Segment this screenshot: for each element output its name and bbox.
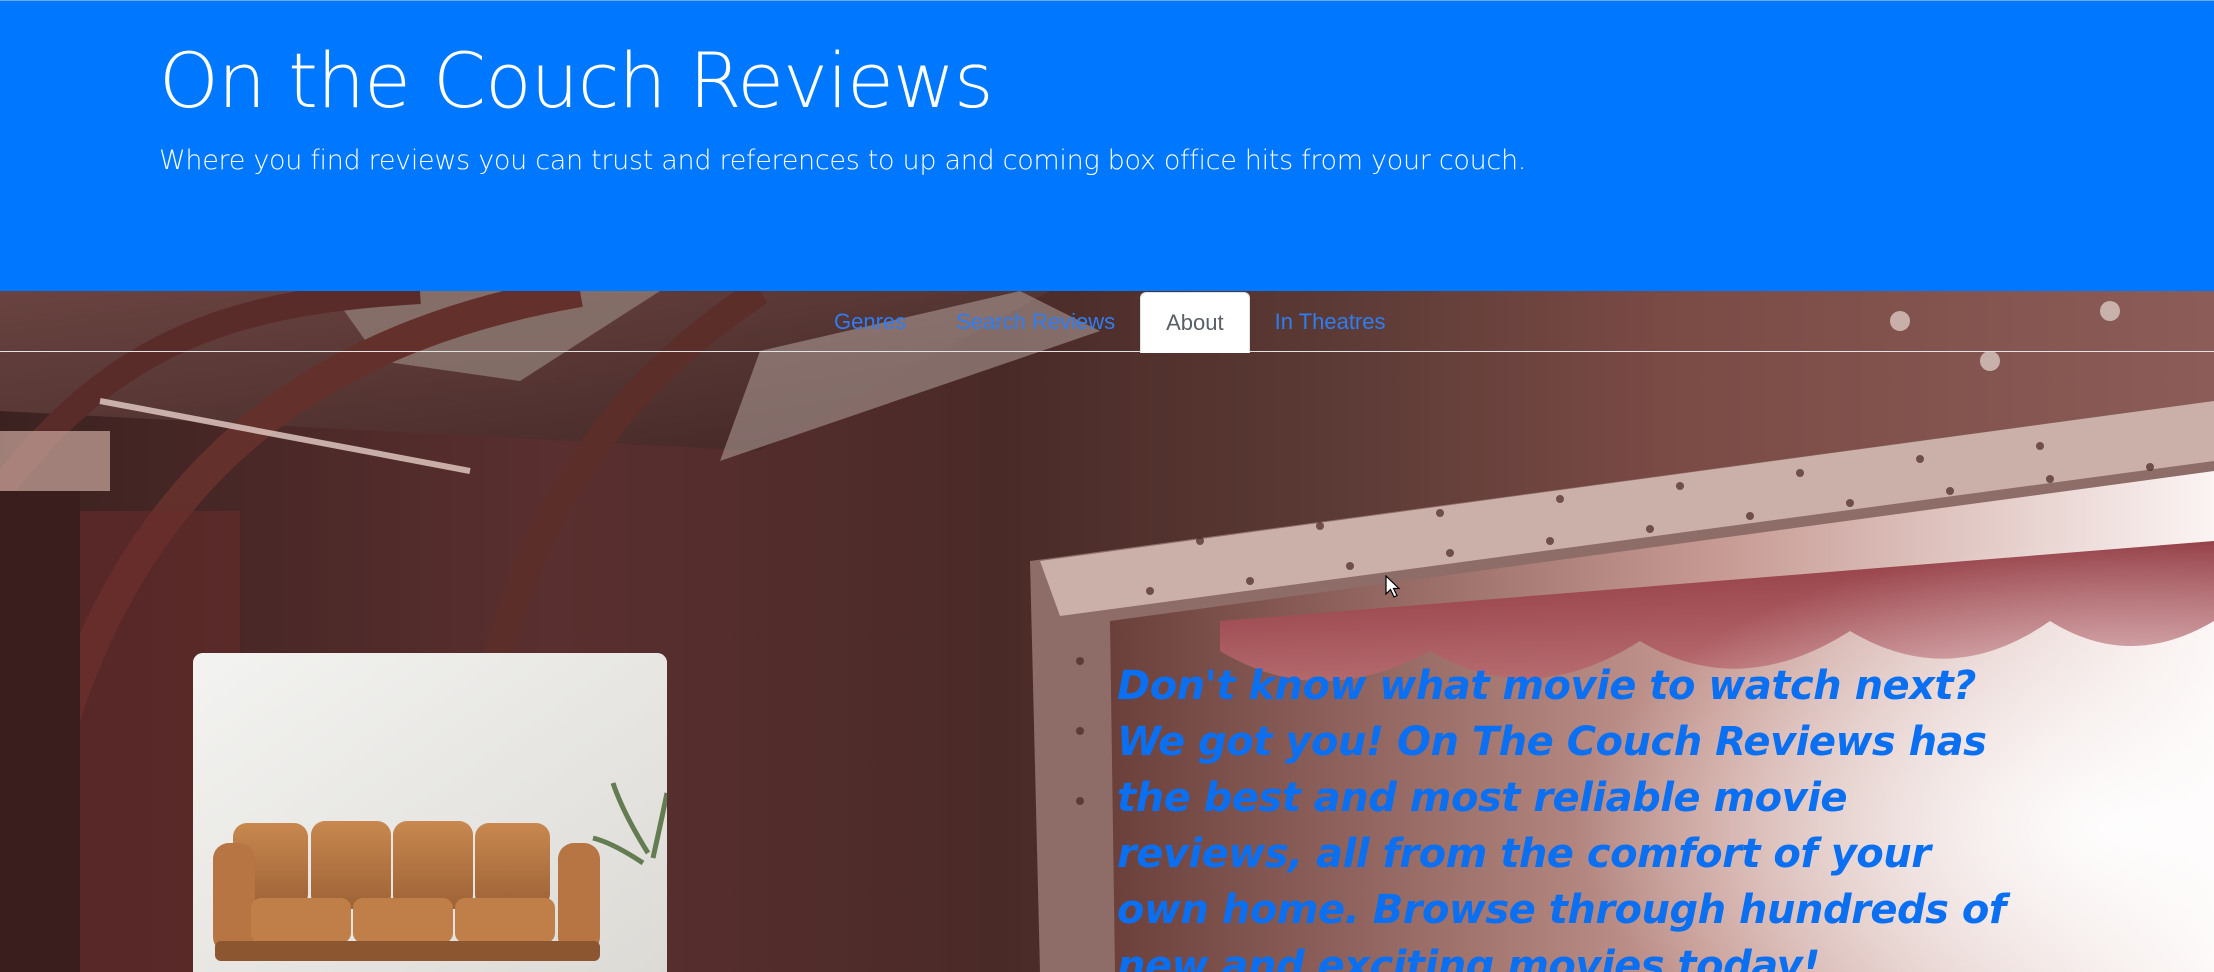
couch-image	[193, 653, 667, 972]
tab-genres[interactable]: Genres	[809, 292, 931, 352]
about-tagline: Don't know what movie to watch next? We …	[1117, 663, 2006, 972]
tab-in-theatres[interactable]: In Theatres	[1250, 292, 1411, 352]
nav-list: Genres Search Reviews About In Theatres	[809, 291, 1411, 353]
site-subtitle: Where you find reviews you can trust and…	[159, 145, 1527, 176]
site-header: On the Couch Reviews Where you find revi…	[0, 0, 2214, 291]
site-title: On the Couch Reviews	[159, 36, 994, 125]
page: On the Couch Reviews Where you find revi…	[0, 0, 2214, 972]
tab-about[interactable]: About	[1140, 292, 1250, 353]
tab-search-reviews[interactable]: Search Reviews	[931, 292, 1140, 352]
mouse-cursor-icon	[1385, 575, 1401, 598]
nav-tabs: Genres Search Reviews About In Theatres	[0, 291, 2214, 353]
